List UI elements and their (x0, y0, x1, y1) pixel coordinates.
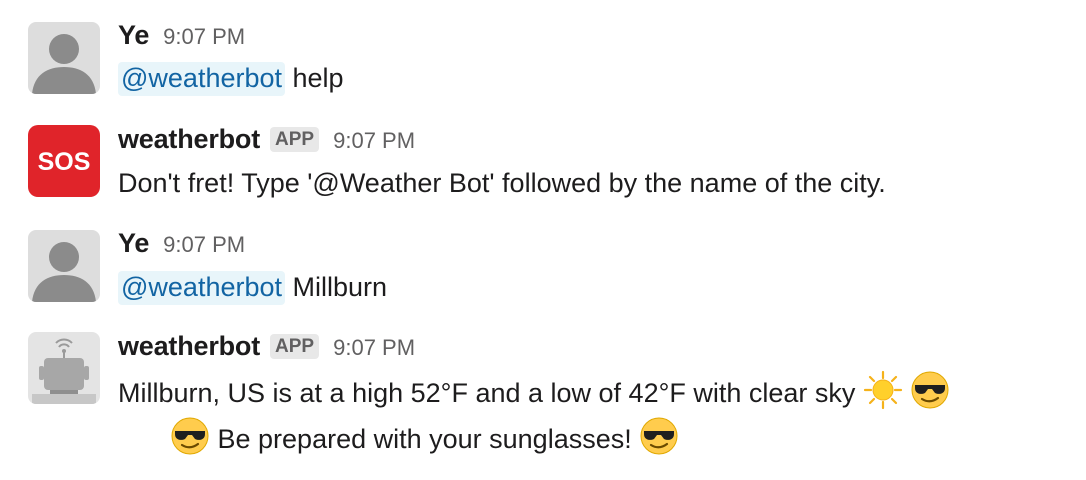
author-name[interactable]: weatherbot (118, 124, 260, 155)
message-body: @weatherbot help (118, 58, 344, 98)
message-text: help (285, 63, 344, 93)
bot-avatar[interactable] (28, 332, 100, 404)
sunglasses-emoji (910, 370, 950, 410)
author-name[interactable]: weatherbot (118, 331, 260, 362)
user-silhouette-icon (28, 230, 100, 302)
message-text: Don't fret! Type '@Weather Bot' followed… (118, 168, 886, 198)
message-text-continued: Be prepared with your sunglasses! (210, 424, 640, 454)
sun-emoji (863, 370, 903, 410)
timestamp[interactable]: 9:07 PM (333, 128, 415, 154)
message-header: weatherbot APP 9:07 PM (118, 331, 415, 365)
author-name[interactable]: Ye (118, 20, 149, 51)
message-body: Millburn, US is at a high 52°F and a low… (118, 370, 950, 413)
mention-link[interactable]: @weatherbot (118, 62, 285, 96)
message-header: Ye 9:07 PM (118, 20, 245, 54)
svg-text:SOS: SOS (38, 148, 91, 176)
message-text: Millburn, US is at a high 52°F and a low… (118, 378, 863, 408)
timestamp[interactable]: 9:07 PM (333, 335, 415, 361)
app-badge: APP (270, 127, 320, 152)
message-body: Don't fret! Type '@Weather Bot' followed… (118, 163, 886, 203)
message-header: Ye 9:07 PM (118, 228, 245, 262)
robot-icon (28, 332, 100, 404)
sos-icon: SOS (28, 125, 100, 197)
user-avatar[interactable] (28, 22, 100, 94)
user-silhouette-icon (28, 22, 100, 94)
mention-link[interactable]: @weatherbot (118, 271, 285, 305)
app-badge: APP (270, 334, 320, 359)
message-text: Millburn (285, 272, 388, 302)
timestamp[interactable]: 9:07 PM (163, 24, 245, 50)
sunglasses-emoji (170, 416, 210, 456)
user-avatar[interactable] (28, 230, 100, 302)
message-body: @weatherbot Millburn (118, 267, 387, 307)
author-name[interactable]: Ye (118, 228, 149, 259)
message-body-line2: Be prepared with your sunglasses! (170, 416, 679, 459)
sunglasses-emoji (639, 416, 679, 456)
bot-avatar[interactable]: SOS (28, 125, 100, 197)
message-header: weatherbot APP 9:07 PM (118, 124, 415, 158)
timestamp[interactable]: 9:07 PM (163, 232, 245, 258)
